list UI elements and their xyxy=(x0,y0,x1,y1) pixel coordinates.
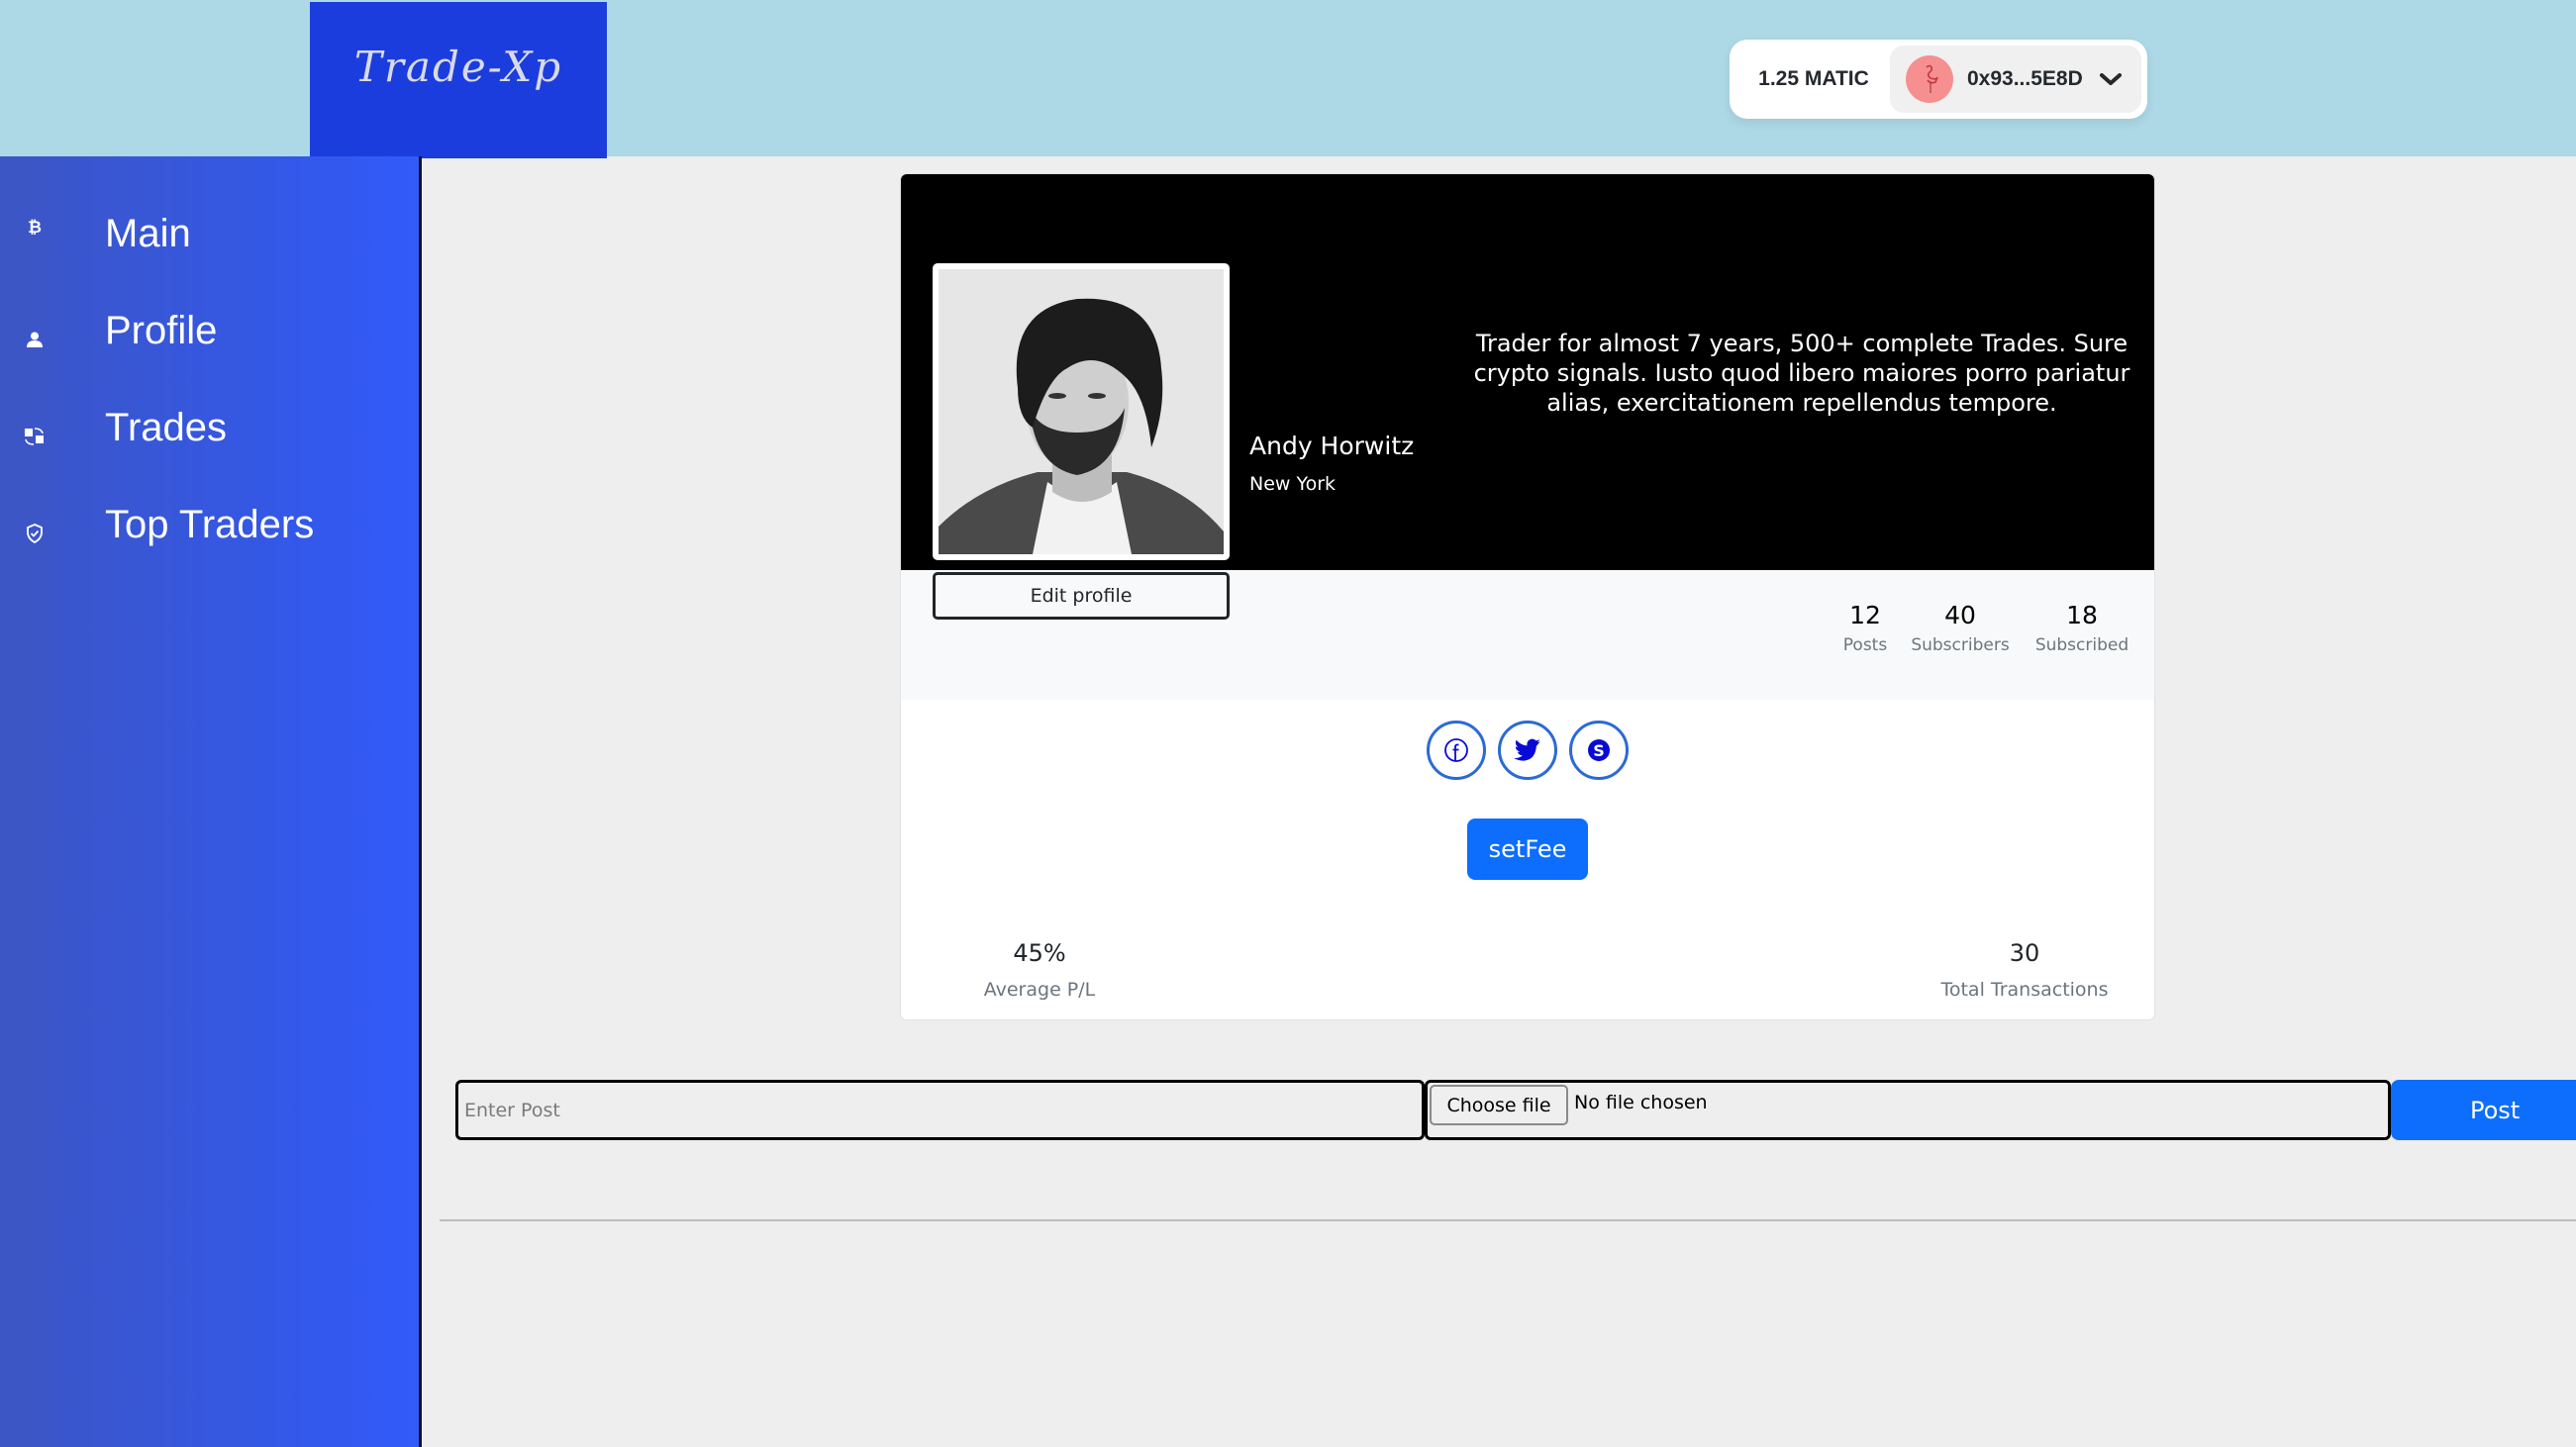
sidebar-item-trades[interactable]: Trades xyxy=(0,400,416,459)
shield-check-icon xyxy=(22,521,48,546)
profile-name: Andy Horwitz xyxy=(1249,432,1415,460)
post-input[interactable] xyxy=(455,1080,1425,1140)
sidebar-item-label: Main xyxy=(105,212,191,255)
sidebar-item-label: Profile xyxy=(105,309,218,352)
profile-card: Andy Horwitz New York Trader for almost … xyxy=(901,174,2154,1019)
sidebar-item-label: Top Traders xyxy=(105,503,315,546)
logo-text: Trade-Xp xyxy=(353,42,563,91)
stat-subscribed: 18 Subscribed xyxy=(2026,600,2138,659)
skype-icon: S xyxy=(1588,739,1610,761)
edit-profile-button[interactable]: Edit profile xyxy=(933,572,1230,620)
profile-bio: Trader for almost 7 years, 500+ complete… xyxy=(1473,330,2130,417)
stat-value: 12 xyxy=(1849,601,1881,629)
sidebar-item-profile[interactable]: Profile xyxy=(0,303,416,362)
sidebar-item-main[interactable]: ₿ Main xyxy=(0,206,416,265)
divider xyxy=(440,1219,2576,1221)
wallet-address: 0x93...5E8D xyxy=(1967,67,2083,90)
profile-hero: Andy Horwitz New York Trader for almost … xyxy=(901,174,2154,570)
facebook-button[interactable] xyxy=(1427,721,1486,780)
account-button[interactable]: 0x93...5E8D xyxy=(1890,46,2141,113)
metric-average-pl: 45% Average P/L xyxy=(960,936,1119,1010)
choose-file-button[interactable]: Choose file xyxy=(1430,1085,1568,1125)
metric-label: Average P/L xyxy=(983,979,1096,1001)
stat-label: Subscribed xyxy=(2034,635,2130,655)
sidebar: ₿ Main Profile Trades Top Traders xyxy=(0,156,422,1447)
stat-label: Subscribers xyxy=(1911,635,2010,655)
wallet-widget: 1.25 MATIC 0x93...5E8D xyxy=(1730,40,2147,119)
social-links: S xyxy=(1427,721,1629,780)
setfee-button[interactable]: setFee xyxy=(1467,819,1588,880)
twitter-button[interactable] xyxy=(1498,721,1557,780)
stat-value: 18 xyxy=(2066,601,2098,629)
twitter-icon xyxy=(1514,738,1540,761)
file-input[interactable]: Choose file No file chosen xyxy=(1425,1080,2391,1140)
metric-value: 45% xyxy=(1013,939,1066,967)
metric-total-transactions: 30 Total Transactions xyxy=(1911,936,2138,1010)
metric-value: 30 xyxy=(2009,939,2040,967)
chevron-down-icon xyxy=(2099,73,2122,85)
flamingo-icon xyxy=(1906,55,1953,103)
sidebar-item-label: Trades xyxy=(105,406,228,449)
post-button[interactable]: Post xyxy=(2391,1080,2576,1140)
stat-label: Posts xyxy=(1842,635,1888,655)
profile-location: New York xyxy=(1249,473,1337,495)
stat-subscribers: 40 Subscribers xyxy=(1907,600,2014,659)
profile-stats-band: Edit profile 12 Posts 40 Subscribers 18 … xyxy=(901,570,2154,700)
file-status: No file chosen xyxy=(1574,1092,1708,1113)
exchange-icon xyxy=(22,424,48,449)
stat-value: 40 xyxy=(1944,601,1976,629)
profile-photo xyxy=(939,269,1224,554)
svg-text:₿: ₿ xyxy=(28,218,42,238)
bitcoin-icon: ₿ xyxy=(22,214,48,240)
facebook-icon xyxy=(1444,738,1468,762)
sidebar-item-top-traders[interactable]: Top Traders xyxy=(0,497,416,556)
stat-posts: 12 Posts xyxy=(1835,600,1895,659)
wallet-balance[interactable]: 1.25 MATIC xyxy=(1730,67,1888,91)
logo[interactable]: Trade-Xp xyxy=(310,2,607,158)
svg-text:S: S xyxy=(1593,741,1605,760)
top-header: Trade-Xp 1.25 MATIC 0x93...5E8D xyxy=(0,0,2576,158)
profile-photo-frame xyxy=(933,263,1230,560)
metric-label: Total Transactions xyxy=(1940,979,2109,1001)
user-icon xyxy=(22,327,48,352)
skype-button[interactable]: S xyxy=(1569,721,1629,780)
